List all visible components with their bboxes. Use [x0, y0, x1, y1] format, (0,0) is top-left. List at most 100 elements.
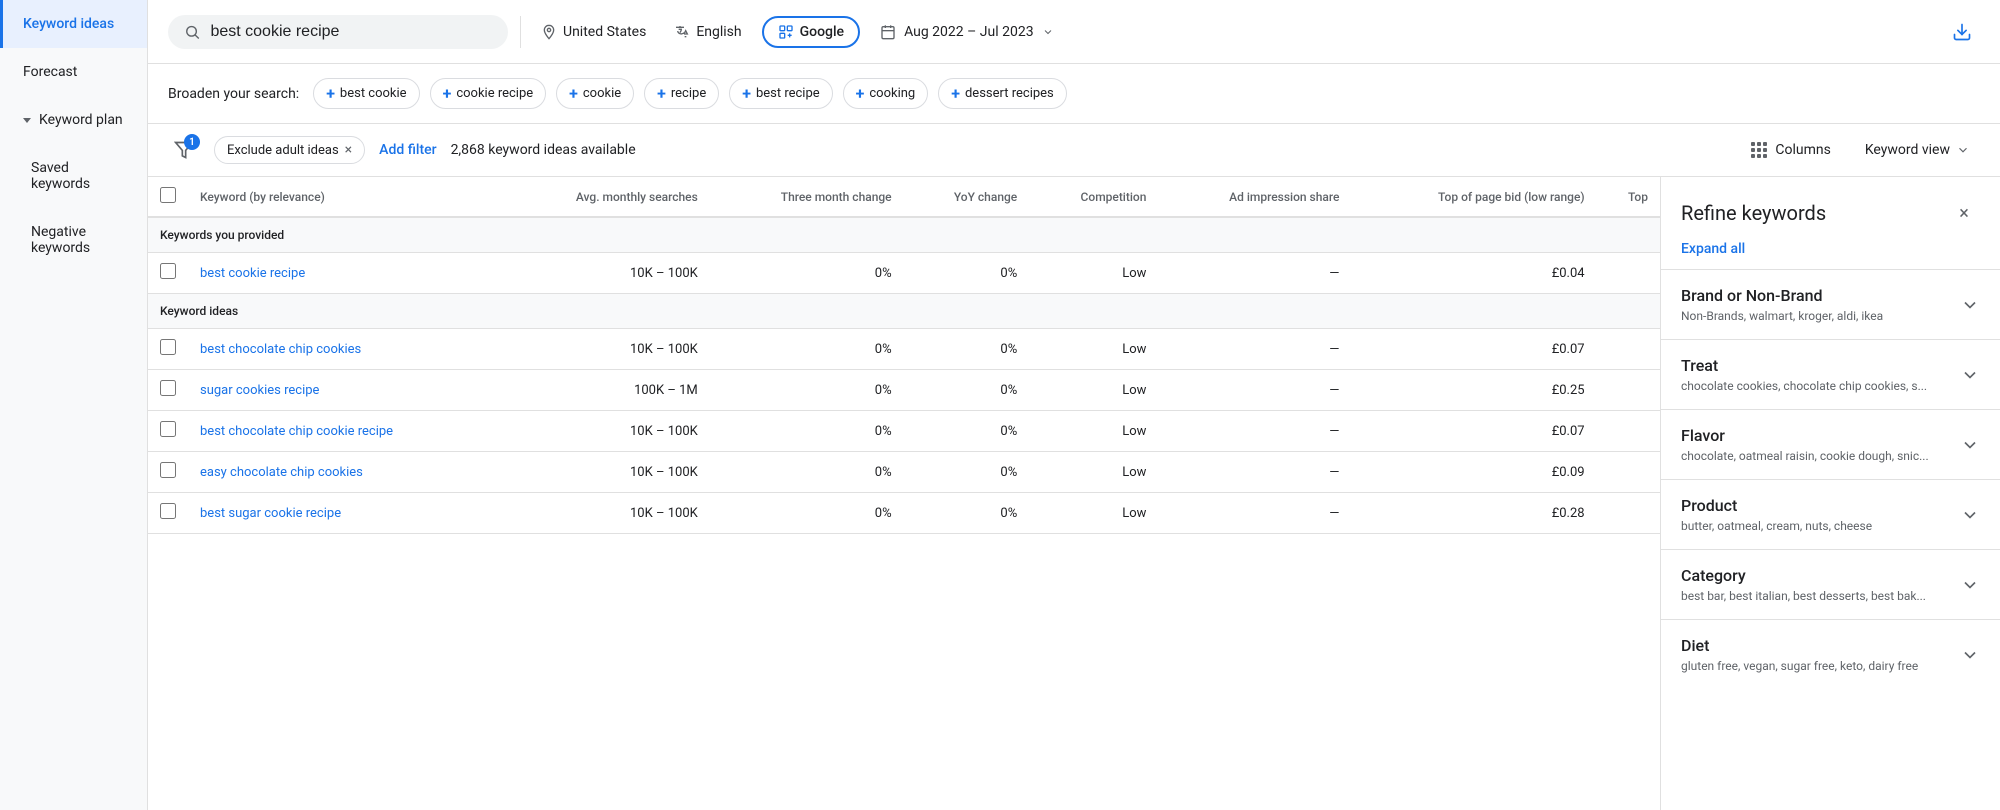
table-cell: 10K – 100K — [500, 493, 710, 534]
row-checkbox[interactable] — [160, 503, 176, 519]
broaden-chip-0[interactable]: + best cookie — [313, 78, 419, 109]
filter-badge: 1 — [184, 134, 200, 150]
sidebar-item-keyword-plan[interactable]: Keyword plan — [0, 96, 147, 144]
keyword-cell[interactable]: sugar cookies recipe — [200, 383, 319, 398]
plus-icon-4: + — [742, 84, 751, 103]
table-section-header: Keywords you provided — [148, 217, 1660, 253]
table-cell: 0% — [904, 493, 1030, 534]
sidebar-item-keyword-ideas[interactable]: Keyword ideas — [0, 0, 147, 48]
table-cell: — — [1158, 253, 1351, 294]
table-cell: Low — [1029, 329, 1158, 370]
keyword-view-button[interactable]: Keyword view — [1855, 136, 1980, 164]
header-avg-monthly: Avg. monthly searches — [500, 177, 710, 217]
table-cell: — — [1158, 452, 1351, 493]
table-header-row: Keyword (by relevance) Avg. monthly sear… — [148, 177, 1660, 217]
search-input[interactable] — [210, 23, 492, 41]
plus-icon-6: + — [951, 84, 960, 103]
filter-icon-button[interactable]: 1 — [168, 134, 200, 166]
refine-section-flavor[interactable]: Flavor chocolate, oatmeal raisin, cookie… — [1661, 409, 2000, 479]
broaden-chip-3[interactable]: + recipe — [644, 78, 719, 109]
header-top-bid: Top of page bid (low range) — [1351, 177, 1596, 217]
add-filter-button[interactable]: Add filter — [379, 142, 436, 158]
plus-icon-3: + — [657, 84, 666, 103]
keyword-cell[interactable]: best sugar cookie recipe — [200, 506, 341, 521]
date-range-pill[interactable]: Aug 2022 – Jul 2023 — [872, 20, 1062, 44]
select-all-checkbox[interactable] — [160, 187, 176, 203]
table-body: Keywords you providedbest cookie recipe1… — [148, 217, 1660, 534]
exclude-adult-chip: Exclude adult ideas × — [214, 136, 365, 164]
network-pill[interactable]: Google — [762, 16, 860, 48]
refine-section-title: Product — [1681, 496, 1872, 515]
table-cell: — — [1158, 329, 1351, 370]
chevron-down-refine-icon — [1960, 645, 1980, 665]
search-box[interactable] — [168, 15, 508, 49]
table-cell: Low — [1029, 452, 1158, 493]
table-cell: £0.28 — [1351, 493, 1596, 534]
row-checkbox[interactable] — [160, 339, 176, 355]
refine-section-diet[interactable]: Diet gluten free, vegan, sugar free, ket… — [1661, 619, 2000, 689]
refine-section-sub: butter, oatmeal, cream, nuts, cheese — [1681, 519, 1872, 533]
sidebar-item-saved-keywords[interactable]: Saved keywords — [0, 144, 147, 208]
broaden-chip-6[interactable]: + dessert recipes — [938, 78, 1067, 109]
header-checkbox-cell — [148, 177, 188, 217]
refine-section-header: Flavor chocolate, oatmeal raisin, cookie… — [1681, 426, 1980, 463]
table-cell-extra — [1597, 329, 1660, 370]
sidebar-item-forecast[interactable]: Forecast — [0, 48, 147, 96]
table-cell: 0% — [710, 411, 904, 452]
keyword-cell[interactable]: best cookie recipe — [200, 266, 305, 281]
broaden-chip-1[interactable]: + cookie recipe — [430, 78, 547, 109]
keyword-count: 2,868 keyword ideas available — [451, 142, 1728, 158]
table-cell: 10K – 100K — [500, 329, 710, 370]
download-button[interactable] — [1944, 14, 1980, 50]
sidebar-item-negative-keywords[interactable]: Negative keywords — [0, 208, 147, 272]
refine-section-brand[interactable]: Brand or Non-Brand Non-Brands, walmart, … — [1661, 269, 2000, 339]
table-row: best chocolate chip cookie recipe10K – 1… — [148, 411, 1660, 452]
table-cell: 0% — [904, 253, 1030, 294]
broaden-chip-2[interactable]: + cookie — [556, 78, 634, 109]
refine-section-treat[interactable]: Treat chocolate cookies, chocolate chip … — [1661, 339, 2000, 409]
table-cell: £0.25 — [1351, 370, 1596, 411]
language-pill[interactable]: English — [666, 20, 749, 44]
chevron-down-refine-icon — [1960, 435, 1980, 455]
plus-icon-5: + — [856, 84, 865, 103]
header-divider — [520, 16, 521, 48]
refine-section-category[interactable]: Category best bar, best italian, best de… — [1661, 549, 2000, 619]
table-cell-extra — [1597, 370, 1660, 411]
row-checkbox[interactable] — [160, 263, 176, 279]
keyword-table: Keyword (by relevance) Avg. monthly sear… — [148, 177, 1660, 534]
refine-section-title: Brand or Non-Brand — [1681, 286, 1883, 305]
keyword-cell[interactable]: easy chocolate chip cookies — [200, 465, 363, 480]
row-checkbox[interactable] — [160, 421, 176, 437]
keyword-cell[interactable]: best chocolate chip cookie recipe — [200, 424, 393, 439]
refine-section-header: Treat chocolate cookies, chocolate chip … — [1681, 356, 1980, 393]
row-checkbox[interactable] — [160, 462, 176, 478]
header-three-month: Three month change — [710, 177, 904, 217]
refine-close-button[interactable]: × — [1948, 197, 1980, 229]
keyword-cell[interactable]: best chocolate chip cookies — [200, 342, 361, 357]
table-cell: 0% — [710, 253, 904, 294]
table-cell: — — [1158, 370, 1351, 411]
broaden-bar: Broaden your search: + best cookie + coo… — [148, 64, 2000, 124]
network-icon — [778, 24, 794, 40]
table-row: best cookie recipe10K – 100K0%0%Low—£0.0… — [148, 253, 1660, 294]
translate-icon — [674, 24, 690, 40]
exclude-chip-close[interactable]: × — [345, 142, 352, 158]
refine-section-product[interactable]: Product butter, oatmeal, cream, nuts, ch… — [1661, 479, 2000, 549]
table-cell: 0% — [710, 370, 904, 411]
table-cell: Low — [1029, 253, 1158, 294]
refine-section-sub: chocolate, oatmeal raisin, cookie dough,… — [1681, 449, 1929, 463]
search-icon — [184, 23, 200, 41]
filter-bar: 1 Exclude adult ideas × Add filter 2,868… — [148, 124, 2000, 177]
refine-panel: Refine keywords × Expand all Brand or No… — [1660, 177, 2000, 810]
row-checkbox[interactable] — [160, 380, 176, 396]
table-cell: 0% — [904, 370, 1030, 411]
broaden-chip-5[interactable]: + cooking — [843, 78, 929, 109]
expand-all-button[interactable]: Expand all — [1661, 237, 2000, 269]
broaden-chip-4[interactable]: + best recipe — [729, 78, 832, 109]
refine-section-header: Product butter, oatmeal, cream, nuts, ch… — [1681, 496, 1980, 533]
columns-button[interactable]: Columns — [1741, 136, 1840, 164]
table-cell: — — [1158, 493, 1351, 534]
chevron-down-view-icon — [1956, 143, 1970, 157]
table-cell: — — [1158, 411, 1351, 452]
location-pill[interactable]: United States — [533, 20, 654, 44]
